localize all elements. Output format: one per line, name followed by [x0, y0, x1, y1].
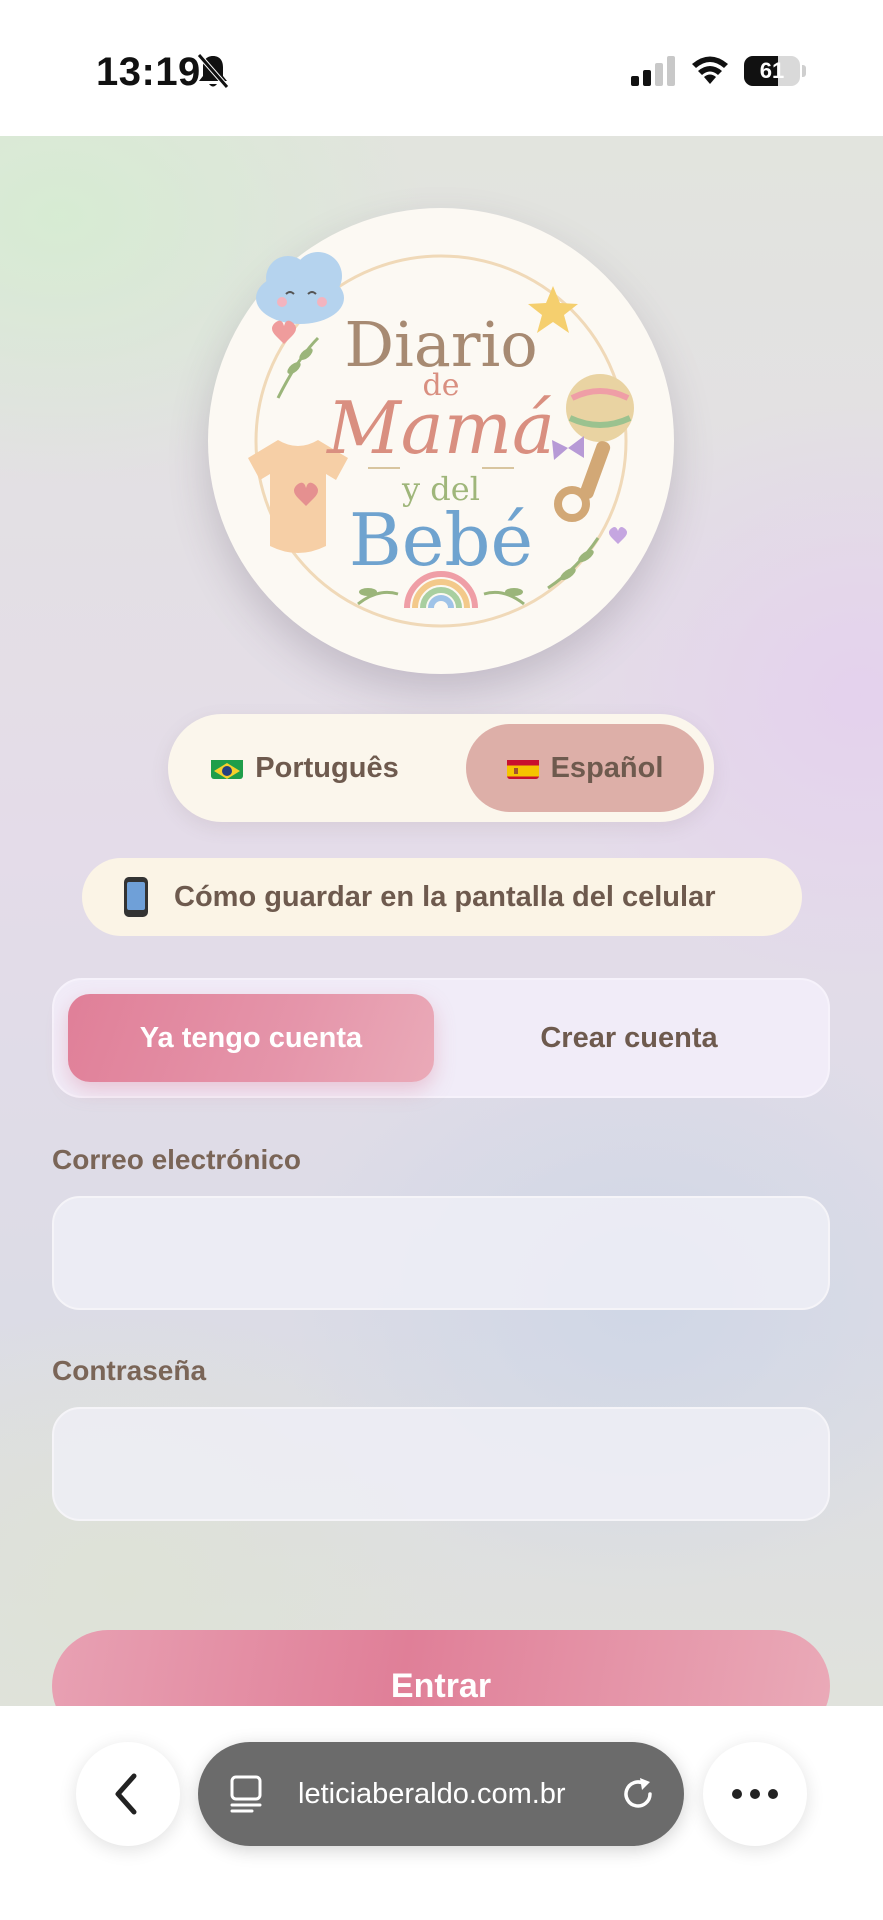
battery-icon: 61 — [744, 56, 800, 86]
more-button[interactable] — [703, 1742, 807, 1846]
battery-percent: 61 — [759, 58, 785, 83]
language-label-espanol: Español — [550, 751, 664, 784]
wifi-icon — [692, 56, 728, 84]
language-option-espanol[interactable]: Español — [466, 724, 704, 812]
logo-text-bebe: Bebé — [348, 498, 534, 582]
address-bar[interactable]: leticiaberaldo.com.br — [198, 1742, 684, 1846]
language-toggle: Português Español — [168, 714, 714, 822]
browser-toolbar: leticiaberaldo.com.br — [0, 1706, 883, 1920]
reload-icon[interactable] — [618, 1774, 658, 1814]
install-instructions-button[interactable]: Cómo guardar en la pantalla del celular — [82, 858, 802, 936]
bell-muted-icon — [197, 53, 229, 89]
auth-tabs: Ya tengo cuenta Crear cuenta — [52, 978, 830, 1098]
spain-flag-icon — [506, 757, 539, 779]
chevron-left-icon — [115, 1773, 137, 1815]
password-field[interactable] — [52, 1407, 830, 1521]
password-label: Contraseña — [52, 1355, 207, 1386]
url-text: leticiaberaldo.com.br — [298, 1778, 566, 1810]
tab-signup[interactable]: Crear cuenta — [444, 994, 814, 1082]
app-logo: Diario de Mamá y del Bebé — [208, 208, 674, 674]
phone-icon — [124, 877, 148, 917]
language-label-portugues: Português — [255, 751, 399, 784]
status-bar: 13:19 61 — [0, 0, 883, 136]
login-page: Diario de Mamá y del Bebé Português Espa… — [0, 136, 883, 1742]
logo-text-mama: Mamá — [327, 386, 555, 470]
email-field[interactable] — [52, 1196, 830, 1310]
battery-tip — [802, 65, 806, 77]
tabs-icon — [230, 1775, 262, 1813]
language-option-portugues[interactable]: Português — [178, 724, 432, 812]
email-label: Correo electrónico — [52, 1144, 301, 1175]
cellular-signal-icon — [631, 56, 675, 86]
install-instructions-label: Cómo guardar en la pantalla del celular — [174, 880, 716, 913]
back-button[interactable] — [76, 1742, 180, 1846]
ellipsis-icon — [732, 1789, 778, 1799]
status-time: 13:19 — [96, 50, 201, 94]
brazil-flag-icon — [211, 757, 244, 779]
tab-login[interactable]: Ya tengo cuenta — [68, 994, 434, 1082]
